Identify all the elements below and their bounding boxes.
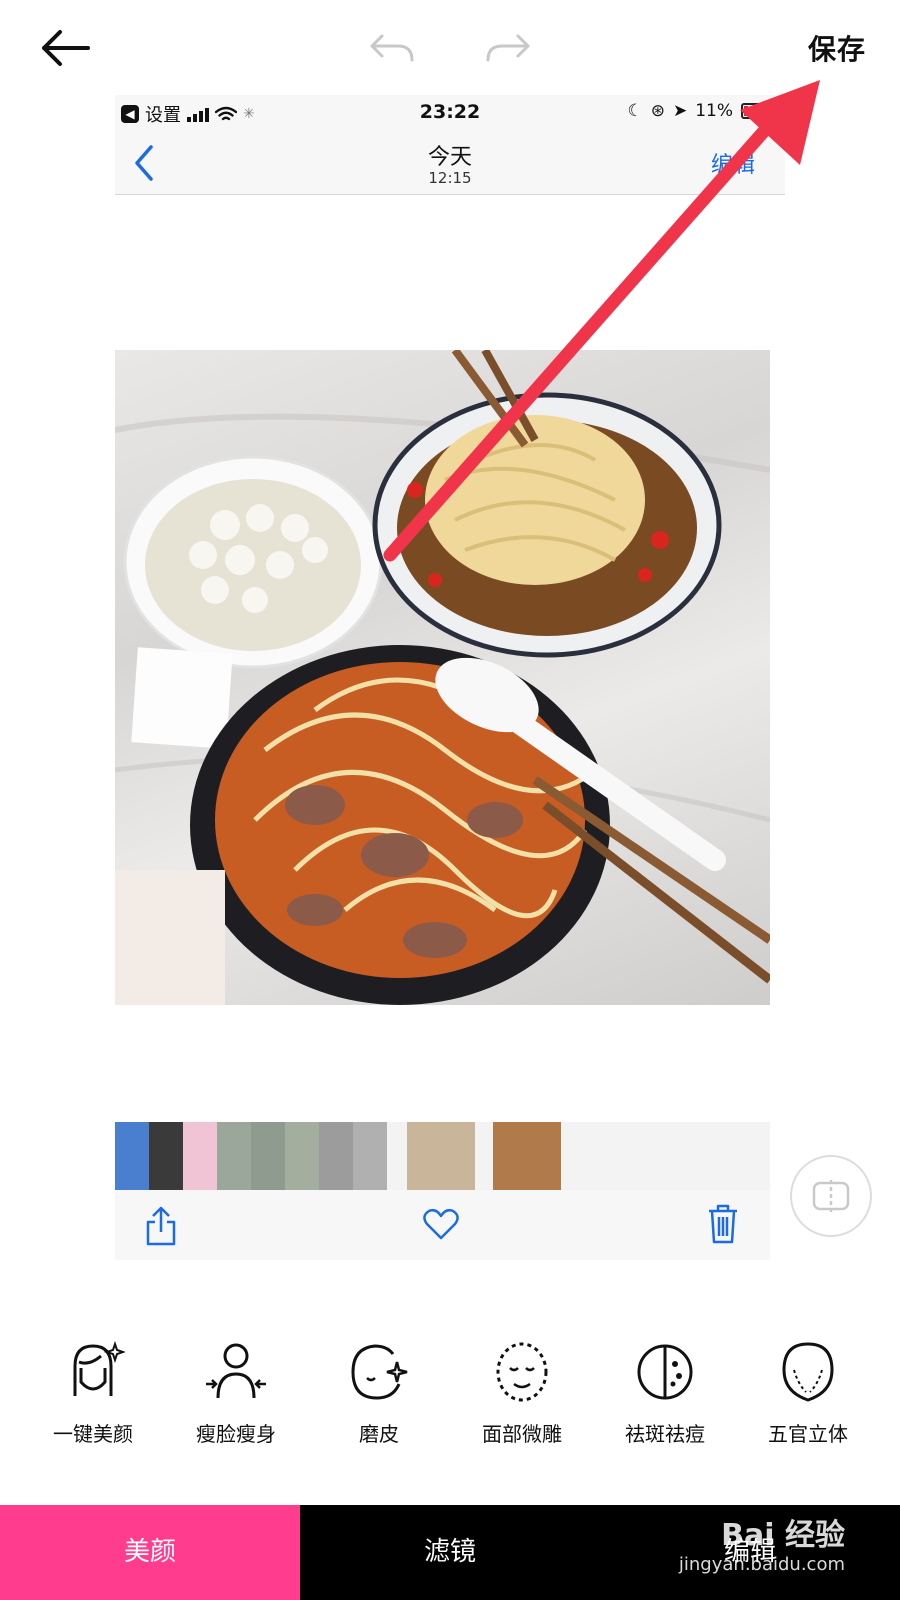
ios-nav-bar: 今天 12:15 编辑 bbox=[115, 133, 785, 195]
thumbnail bbox=[149, 1122, 183, 1190]
back-arrow-icon bbox=[42, 30, 90, 66]
food-photo bbox=[115, 350, 770, 1005]
edited-image-canvas[interactable]: ◀ 设置 ✳ 23:22 ☾ ⊛ ➤ 11% 今天 12:15 编辑 bbox=[115, 95, 785, 1285]
tool-spot-removal[interactable]: 祛斑祛痘 bbox=[600, 1340, 730, 1447]
tool-facial-3d[interactable]: 五官立体 bbox=[743, 1340, 873, 1447]
tool-label: 祛斑祛痘 bbox=[625, 1422, 705, 1446]
noodle-bowls-illustration bbox=[115, 350, 770, 1005]
thumbnail bbox=[319, 1122, 353, 1190]
tab-filter[interactable]: 滤镜 bbox=[300, 1505, 600, 1600]
undo-button[interactable] bbox=[368, 30, 416, 66]
compare-icon bbox=[812, 1180, 850, 1212]
smooth-skin-icon bbox=[351, 1344, 408, 1400]
nav-subtitle: 12:15 bbox=[428, 169, 472, 187]
tool-label: 面部微雕 bbox=[482, 1422, 562, 1446]
battery-percent: 11% bbox=[695, 101, 733, 121]
nav-edit-link: 编辑 bbox=[710, 153, 755, 178]
thumbnail bbox=[115, 1122, 149, 1190]
tool-label: 一键美颜 bbox=[53, 1422, 133, 1446]
watermark-url: jingyan.baidu.com bbox=[678, 1554, 845, 1575]
tool-label: 磨皮 bbox=[359, 1422, 399, 1446]
tool-smooth-skin[interactable]: 磨皮 bbox=[314, 1340, 444, 1447]
ios-photo-toolbar bbox=[115, 1190, 770, 1260]
undo-icon bbox=[370, 34, 414, 62]
thumbnail bbox=[251, 1122, 285, 1190]
do-not-disturb-icon: ☾ bbox=[627, 101, 643, 121]
tab-beauty[interactable]: 美颜 bbox=[0, 1505, 300, 1600]
ios-status-bar: ◀ 设置 ✳ 23:22 ☾ ⊛ ➤ 11% bbox=[115, 95, 785, 133]
facial-3d-icon bbox=[782, 1342, 834, 1402]
thumbnail bbox=[285, 1122, 319, 1190]
redo-icon bbox=[486, 34, 530, 62]
orientation-lock-icon: ⊛ bbox=[650, 101, 665, 121]
baidu-jingyan-watermark: Bai 经验 jingyan.baidu.com bbox=[679, 1510, 845, 1575]
tool-label: 五官立体 bbox=[768, 1422, 848, 1446]
thumbnail bbox=[353, 1122, 387, 1190]
location-icon: ➤ bbox=[672, 101, 688, 121]
thumbnail bbox=[407, 1122, 475, 1190]
tool-one-key-beauty[interactable]: 一键美颜 bbox=[28, 1340, 158, 1447]
save-button[interactable]: 保存 bbox=[808, 28, 866, 68]
tool-slim-face-body[interactable]: 瘦脸瘦身 bbox=[171, 1340, 301, 1447]
ios-thumbnail-strip bbox=[115, 1122, 770, 1190]
thumbnail bbox=[183, 1122, 217, 1190]
beauty-tools-row: 一键美颜 瘦脸瘦身 磨皮 面部微雕 祛斑祛痘 五官立体 bbox=[0, 1340, 900, 1465]
compare-before-after-button[interactable] bbox=[790, 1155, 872, 1237]
one-key-beauty-icon bbox=[73, 1340, 125, 1396]
back-button[interactable] bbox=[36, 24, 96, 74]
spot-removal-icon bbox=[637, 1344, 693, 1400]
redo-button[interactable] bbox=[484, 30, 532, 66]
heart-icon bbox=[423, 1208, 459, 1240]
photo-editor-screen: 保存 ◀ 设置 ✳ 23:22 ☾ ⊛ ➤ 11% 今天 12:15 编辑 一键… bbox=[0, 0, 900, 1600]
tool-face-sculpt[interactable]: 面部微雕 bbox=[457, 1340, 587, 1447]
battery-icon bbox=[741, 103, 775, 119]
top-toolbar: 保存 bbox=[0, 0, 900, 95]
slim-face-body-icon bbox=[206, 1343, 266, 1399]
share-icon bbox=[146, 1206, 176, 1246]
trash-icon bbox=[709, 1204, 737, 1244]
thumbnail bbox=[217, 1122, 251, 1190]
face-sculpt-icon bbox=[496, 1342, 548, 1402]
tool-label: 瘦脸瘦身 bbox=[196, 1422, 276, 1446]
thumbnail bbox=[493, 1122, 561, 1190]
nav-title: 今天 bbox=[427, 145, 472, 170]
watermark-main: Bai 经验 bbox=[721, 1518, 845, 1553]
